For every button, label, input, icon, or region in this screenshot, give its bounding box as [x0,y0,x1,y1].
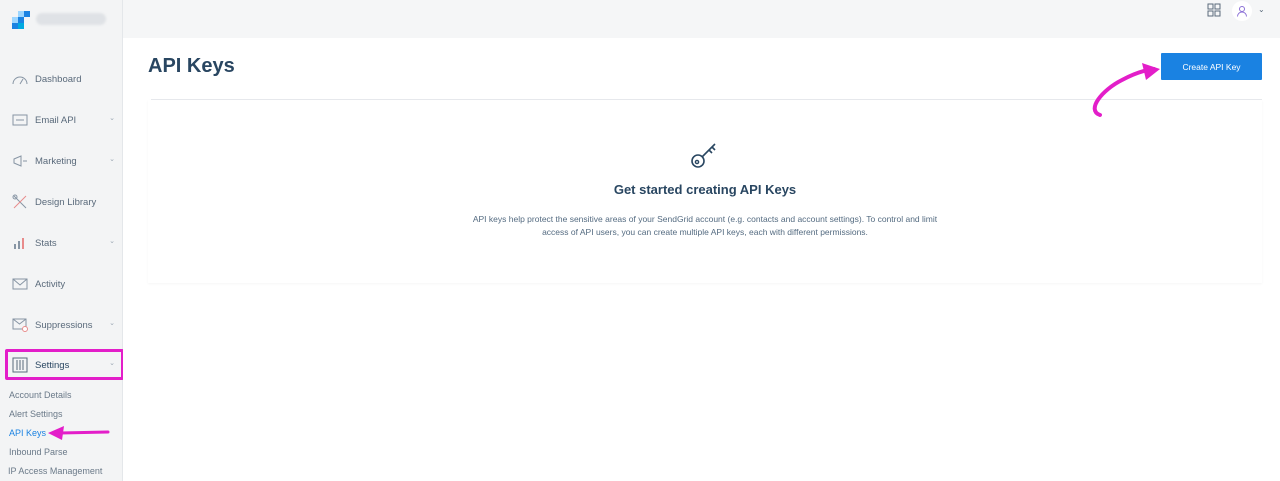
sidebar-item-stats[interactable]: Stats ⌄ [0,228,123,258]
create-api-key-button[interactable]: Create API Key [1161,53,1262,80]
sendgrid-logo-icon[interactable] [12,11,30,29]
suppression-envelope-icon [11,316,29,334]
sidebar-subitem-account-details[interactable]: Account Details [9,390,72,400]
email-api-icon [11,111,29,129]
sidebar-item-label: Activity [35,278,66,290]
empty-state-description: API keys help protect the sensitive area… [472,214,938,238]
sidebar-item-label: Design Library [35,196,97,208]
annotation-arrow-create-button [1092,63,1160,117]
sidebar-subitem-inbound-parse[interactable]: Inbound Parse [9,447,68,457]
sidebar-item-label: Marketing [35,155,77,167]
envelope-activity-icon [11,275,29,293]
sidebar-item-label: Email API [35,114,77,126]
sidebar-subitem-api-keys[interactable]: API Keys [9,428,46,438]
user-avatar-icon [1237,6,1247,17]
sidebar-subitem-alert-settings[interactable]: Alert Settings [9,409,63,419]
chevron-down-icon: ⌄ [109,320,115,327]
stats-chart-icon [11,234,29,252]
annotation-highlight-box [5,349,124,380]
sidebar: Dashboard Email API ⌄ Marketing ⌄ Design… [0,0,124,481]
app-grid-icon[interactable] [1207,3,1221,17]
dashboard-gauge-icon [11,70,29,88]
sidebar-item-dashboard[interactable]: Dashboard [0,64,123,94]
sidebar-item-activity[interactable]: Activity [0,269,123,299]
top-bar [123,0,1280,38]
empty-state-title: Get started creating API Keys [613,182,797,197]
sidebar-item-label: Stats [35,237,57,249]
sidebar-item-marketing[interactable]: Marketing ⌄ [0,146,123,176]
page-title: API Keys [148,55,235,77]
account-name-blurred [36,13,106,25]
sidebar-item-label: Dashboard [35,73,82,85]
sidebar-item-email-api[interactable]: Email API ⌄ [0,105,123,135]
chevron-down-icon: ⌄ [109,115,115,122]
key-icon [691,143,716,168]
user-menu-button[interactable] [1232,1,1252,21]
sidebar-item-label: Suppressions [35,319,93,331]
chevron-down-icon[interactable]: ⌄ [1258,5,1265,14]
chevron-down-icon: ⌄ [109,156,115,163]
annotation-arrow-api-keys [48,426,110,440]
megaphone-icon [11,152,29,170]
chevron-down-icon: ⌄ [109,238,115,245]
sidebar-item-suppressions[interactable]: Suppressions ⌄ [0,310,123,340]
sidebar-subitem-ip-access-management[interactable]: IP Access Management [8,466,102,476]
